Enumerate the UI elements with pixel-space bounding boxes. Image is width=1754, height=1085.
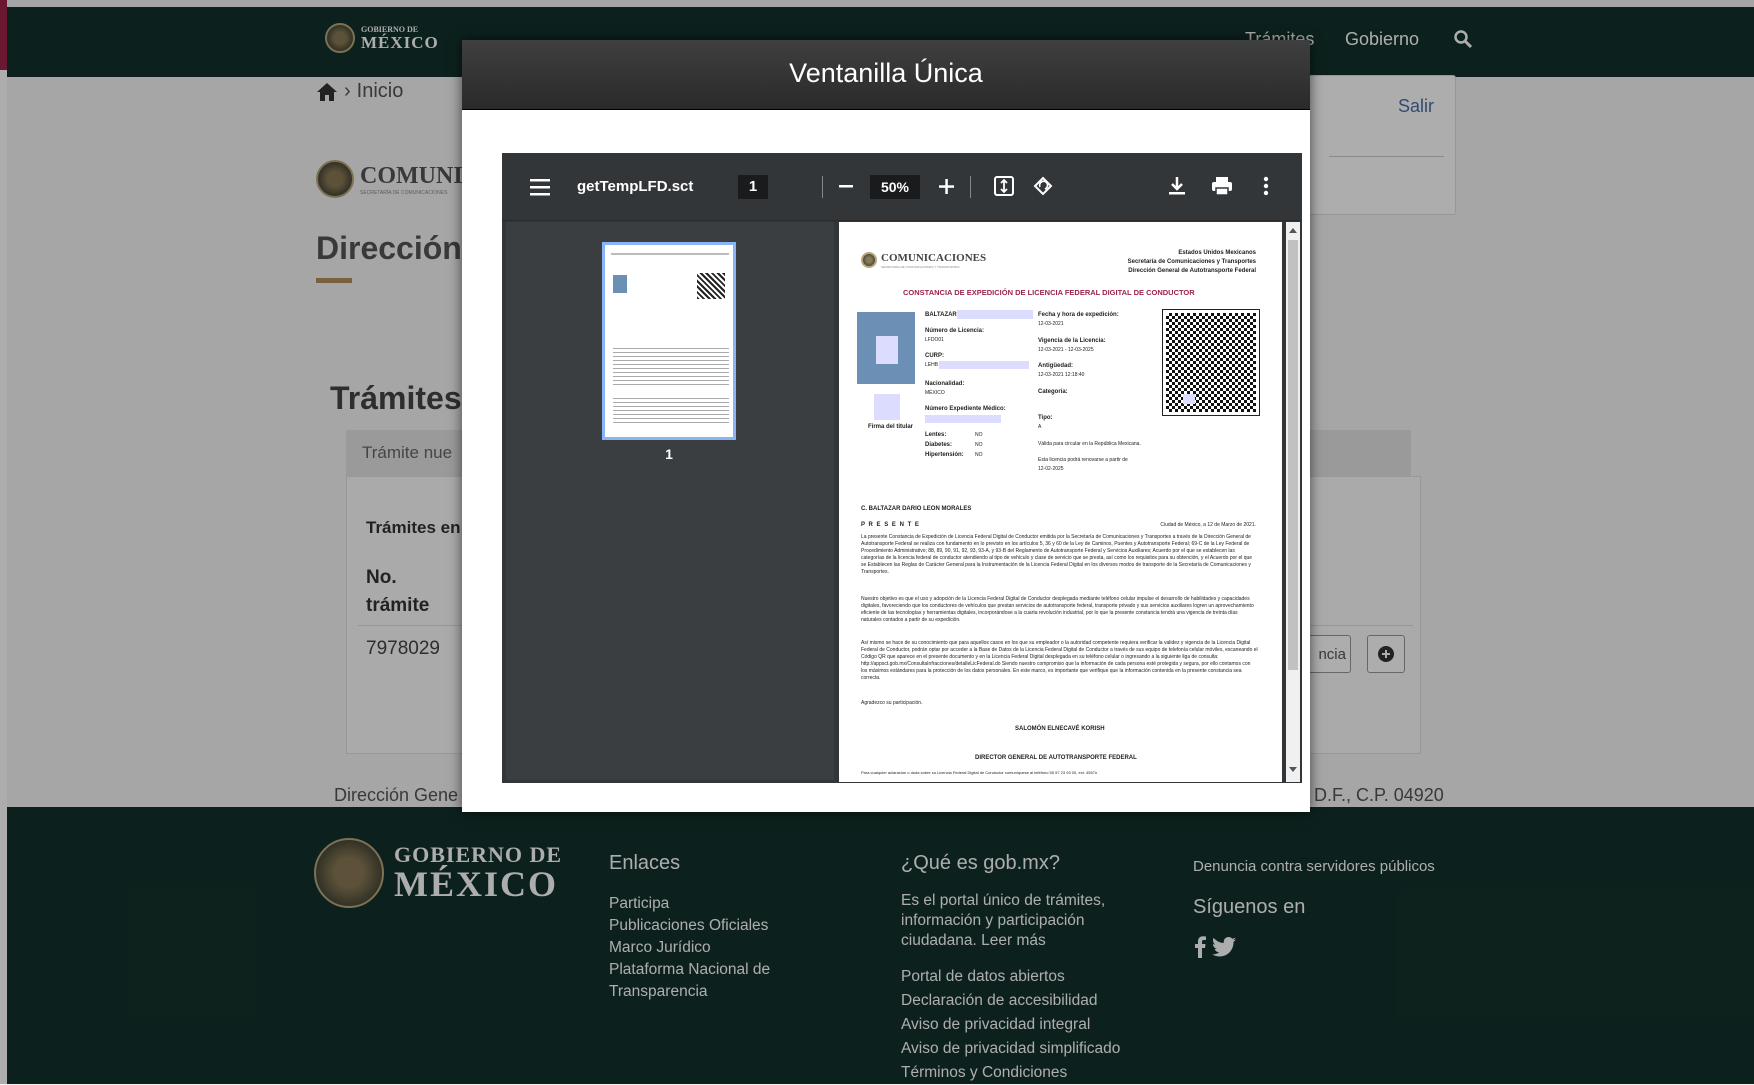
redact-signature <box>874 394 900 420</box>
redact-curp <box>939 361 1029 369</box>
doc-presente: P R E S E N T E <box>861 522 920 528</box>
field-vigencia-label: Vigencia de la Licencia: <box>1038 338 1106 344</box>
page-thumbnail[interactable] <box>602 242 736 440</box>
field-licencia-value: LFDO01 <box>925 337 944 343</box>
print-icon[interactable] <box>1211 176 1233 196</box>
field-categoria-label: Categoría: <box>1038 389 1068 395</box>
scroll-up-icon[interactable] <box>1288 226 1298 234</box>
doc-name: BALTAZAR <box>925 312 957 318</box>
redact-face <box>876 336 898 364</box>
doc-signer-title: DIRECTOR GENERAL DE AUTOTRANSPORTE FEDER… <box>975 755 1137 761</box>
doc-paragraph-2: Nuestro objetivo es que el uso y adopció… <box>861 596 1254 623</box>
field-tipo-value: A <box>1038 424 1042 430</box>
redact-qr <box>1183 394 1195 404</box>
modal-title: Ventanilla Única <box>789 58 983 88</box>
health-lentes-value: NO <box>975 432 983 438</box>
doc-heading: CONSTANCIA DE EXPEDICIÓN DE LICENCIA FED… <box>903 288 1195 297</box>
doc-brand: COMUNICACIONES <box>881 252 987 264</box>
pdf-page: COMUNICACIONES SECRETARÍA DE COMUNICACIO… <box>839 222 1282 782</box>
doc-gov-line-2: Secretaría de Comunicaciones y Transport… <box>1127 259 1256 265</box>
pdf-scroll-thumb[interactable] <box>1288 240 1298 670</box>
scroll-down-icon[interactable] <box>1288 766 1298 774</box>
field-nacionalidad-value: MÉXICO <box>925 390 945 396</box>
field-antiguedad-value: 12-03-2021 12:18:40 <box>1038 372 1085 378</box>
field-antiguedad-label: Antigüedad: <box>1038 363 1073 369</box>
field-curp-label: CURP: <box>925 353 944 359</box>
thumbnail-page-label: 1 <box>665 446 673 462</box>
doc-thanks: Agradezco su participación. <box>861 700 923 706</box>
health-hipertension-label: Hipertensión: <box>925 452 964 458</box>
more-options-icon[interactable] <box>1263 176 1269 196</box>
zoom-level-input[interactable]: 50% <box>870 175 920 199</box>
doc-seal-icon <box>861 252 877 268</box>
health-diabetes-value: NO <box>975 442 983 448</box>
field-vigencia-value: 12-03-2021 - 12-03-2025 <box>1038 347 1094 353</box>
doc-footer-note: Para cualquier aclaración o duda sobre s… <box>861 770 1098 775</box>
qr-code <box>1162 309 1260 416</box>
doc-paragraph-3: Así mismo se hace de su conocimiento que… <box>861 640 1258 681</box>
redact-name <box>957 310 1033 319</box>
field-expediente-label: Número Expediente Médico: <box>925 406 1006 412</box>
fit-page-icon[interactable] <box>994 176 1014 196</box>
health-lentes-label: Lentes: <box>925 432 947 438</box>
doc-renew-text: Esta licencia podrá renovarse a partir d… <box>1038 457 1128 463</box>
field-licencia-label: Número de Licencia: <box>925 328 985 334</box>
field-expedicion-label: Fecha y hora de expedición: <box>1038 312 1119 318</box>
download-icon[interactable] <box>1168 176 1186 196</box>
doc-brand-sub: SECRETARÍA DE COMUNICACIONES Y TRANSPORT… <box>881 265 960 269</box>
field-nacionalidad-label: Nacionalidad: <box>925 381 965 387</box>
field-expedicion-value: 12-03-2021 <box>1038 321 1064 327</box>
doc-renew-date: 12-02-2025 <box>1038 466 1064 472</box>
doc-recipient: C. BALTAZAR DARIO LEON MORALES <box>861 506 972 512</box>
doc-valid-text: Válida para circular en la República Mex… <box>1038 441 1141 447</box>
zoom-in-icon[interactable] <box>939 179 954 194</box>
doc-paragraph-1: La presente Constancia de Expedición de … <box>861 534 1253 575</box>
page-number-input[interactable]: 1 <box>738 175 768 199</box>
doc-gov-line-3: Dirección General de Autotransporte Fede… <box>1128 268 1256 274</box>
zoom-out-icon[interactable] <box>839 185 853 188</box>
doc-signer: SALOMÓN ELNECAVÉ KORISH <box>1015 726 1105 732</box>
doc-gov-line-1: Estados Unidos Mexicanos <box>1178 250 1256 256</box>
doc-city-date: Ciudad de México, a 12 de Marzo de 2021. <box>1160 522 1256 528</box>
rotate-icon[interactable] <box>1033 176 1053 196</box>
doc-firma: Firma del titular <box>868 424 914 430</box>
menu-icon[interactable] <box>530 178 550 196</box>
health-diabetes-label: Diabetes: <box>925 442 953 448</box>
field-curp-value: LEHB <box>925 362 939 368</box>
redact-expediente <box>925 415 1001 423</box>
health-hipertension-value: NO <box>975 452 983 458</box>
field-tipo-label: Tipo: <box>1038 415 1053 421</box>
pdf-filename: getTempLFD.sct <box>577 178 694 195</box>
